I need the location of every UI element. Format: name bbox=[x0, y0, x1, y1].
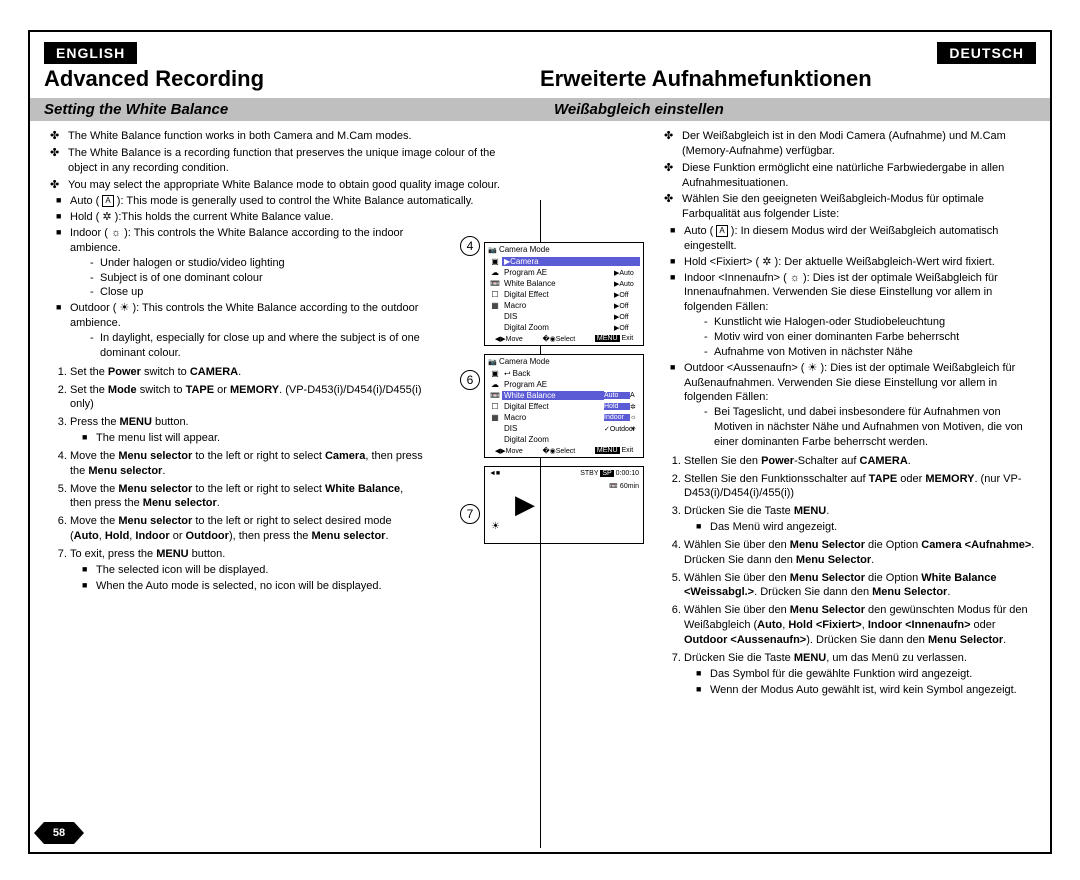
de-step-6: Wählen Sie über den Menu Selector den ge… bbox=[684, 603, 1036, 648]
indoor-icon: ☼ bbox=[111, 226, 121, 241]
lang-badge-deutsch: DEUTSCH bbox=[937, 42, 1036, 64]
callout-6: 6 bbox=[460, 370, 480, 390]
subheading-english: Setting the White Balance bbox=[30, 98, 540, 121]
figure-column: 4 📷 Camera Mode ▣▶Camera ☁Program AE▶Aut… bbox=[484, 242, 674, 544]
heading-deutsch: Erweiterte Aufnahmefunktionen bbox=[540, 66, 1036, 92]
en-step-3-note: The menu list will appear. bbox=[70, 431, 426, 446]
de-indoor-sub: Aufnahme von Motiven in nächster Nähe bbox=[684, 345, 1036, 360]
de-bullet: Wählen Sie den geeigneten Weißabgleich-M… bbox=[658, 192, 1036, 222]
lcd-screen-7: ◄■ STBY SP 0:00:10 📼 60min ▶ ☀ bbox=[484, 466, 644, 544]
en-bullet: You may select the appropriate White Bal… bbox=[44, 178, 526, 193]
english-column: The White Balance function works in both… bbox=[30, 121, 540, 801]
auto-icon: A bbox=[716, 225, 727, 237]
en-step-1: Set the Power switch to CAMERA. bbox=[70, 365, 426, 380]
en-mode-outdoor: Outdoor ( ☀ ): This controls the White B… bbox=[44, 301, 526, 360]
en-step-7-note: The selected icon will be displayed. bbox=[70, 563, 426, 578]
auto-icon: A bbox=[102, 195, 113, 207]
en-step-2: Set the Mode switch to TAPE or MEMORY. (… bbox=[70, 383, 426, 413]
lcd-screen-6: 📷 Camera Mode ▣⮠ Back ☁Program AE 📼White… bbox=[484, 354, 644, 458]
en-mode-indoor: Indoor ( ☼ ): This controls the White Ba… bbox=[44, 226, 526, 300]
en-step-6: Move the Menu selector to the left or ri… bbox=[70, 514, 426, 544]
en-step-7: To exit, press the MENU button. The sele… bbox=[70, 547, 426, 594]
subheading-deutsch: Weißabgleich einstellen bbox=[540, 98, 1050, 121]
page-number-badge: 58 bbox=[44, 822, 74, 844]
de-step-4: Wählen Sie über den Menu Selector die Op… bbox=[684, 538, 1036, 568]
callout-4: 4 bbox=[460, 236, 480, 256]
de-mode-auto: Auto ( A ): In diesem Modus wird der Wei… bbox=[658, 224, 1036, 254]
en-indoor-sub: Subject is of one dominant colour bbox=[70, 271, 426, 286]
de-step-5: Wählen Sie über den Menu Selector die Op… bbox=[684, 571, 1036, 601]
de-step-7-note: Das Symbol für die gewählte Funktion wir… bbox=[684, 667, 1036, 682]
outdoor-icon: ☀ bbox=[808, 361, 818, 376]
en-step-5: Move the Menu selector to the left or ri… bbox=[70, 482, 426, 512]
de-outdoor-sub: Bei Tageslicht, und dabei insbesondere f… bbox=[684, 405, 1036, 450]
de-bullet: Diese Funktion ermöglicht eine natürlich… bbox=[658, 161, 1036, 191]
de-step-3: Drücken Sie die Taste MENU. Das Menü wir… bbox=[684, 504, 1036, 535]
de-mode-outdoor: Outdoor <Aussenaufn> ( ☀ ): Dies ist der… bbox=[658, 361, 1036, 450]
de-step-1: Stellen Sie den Power-Schalter auf CAMER… bbox=[684, 454, 1036, 469]
outdoor-icon: ☀ bbox=[120, 301, 130, 316]
callout-7: 7 bbox=[460, 504, 480, 524]
hold-icon: ✲ bbox=[102, 210, 111, 225]
heading-english: Advanced Recording bbox=[44, 66, 540, 92]
de-step-7-note: Wenn der Modus Auto gewählt ist, wird ke… bbox=[684, 683, 1036, 698]
de-step-7: Drücken Sie die Taste MENU, um das Menü … bbox=[684, 651, 1036, 698]
de-mode-hold: Hold <Fixiert> ( ✲ ): Der aktuelle Weißa… bbox=[658, 255, 1036, 270]
en-mode-hold: Hold ( ✲ ):This holds the current White … bbox=[44, 210, 526, 225]
indoor-icon: ☼ bbox=[790, 271, 800, 286]
play-icon: ▶ bbox=[515, 489, 535, 520]
de-bullet: Der Weißabgleich ist in den Modi Camera … bbox=[658, 129, 1036, 159]
en-mode-auto: Auto ( A ): This mode is generally used … bbox=[44, 194, 526, 209]
en-step-3: Press the MENU button. The menu list wil… bbox=[70, 415, 426, 446]
sun-icon: ☀ bbox=[491, 521, 500, 532]
en-step-7-note: When the Auto mode is selected, no icon … bbox=[70, 579, 426, 594]
en-bullet: The White Balance function works in both… bbox=[44, 129, 526, 144]
de-step-2: Stellen Sie den Funktionsschalter auf TA… bbox=[684, 472, 1036, 502]
de-mode-indoor: Indoor <Innenaufn> ( ☼ ): Dies ist der o… bbox=[658, 271, 1036, 360]
en-indoor-sub: Under halogen or studio/video lighting bbox=[70, 256, 426, 271]
de-step-3-note: Das Menü wird angezeigt. bbox=[684, 520, 1036, 535]
en-indoor-sub: Close up bbox=[70, 285, 426, 300]
de-indoor-sub: Motiv wird von einer dominanten Farbe be… bbox=[684, 330, 1036, 345]
en-outdoor-sub: In daylight, especially for close up and… bbox=[70, 331, 426, 361]
en-step-4: Move the Menu selector to the left or ri… bbox=[70, 449, 426, 479]
lcd-screen-4: 📷 Camera Mode ▣▶Camera ☁Program AE▶Auto … bbox=[484, 242, 644, 346]
lang-badge-english: ENGLISH bbox=[44, 42, 137, 64]
de-indoor-sub: Kunstlicht wie Halogen-oder Studiobeleuc… bbox=[684, 315, 1036, 330]
en-bullet: The White Balance is a recording functio… bbox=[44, 146, 526, 176]
